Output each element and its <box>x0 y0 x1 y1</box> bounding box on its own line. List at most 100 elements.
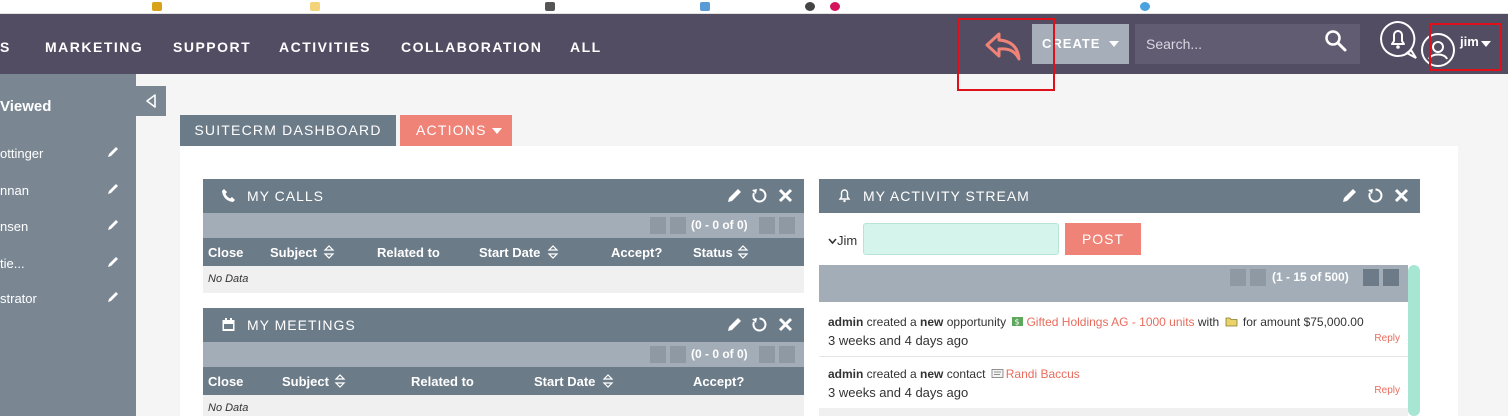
search-input[interactable] <box>1135 24 1320 64</box>
search-icon[interactable] <box>1324 29 1348 53</box>
entry-link[interactable]: Randi Baccus <box>1006 367 1080 381</box>
nav-item-all[interactable]: ALL <box>570 14 602 74</box>
stream-user-selector[interactable]: Jim <box>828 233 857 248</box>
column-header-related-to: Related to <box>377 245 440 260</box>
sidebar-recent-item[interactable]: strator <box>0 289 136 309</box>
contact-card-icon <box>991 369 1004 378</box>
opportunity-icon: $ <box>1012 317 1024 327</box>
sort-icon[interactable] <box>547 245 559 259</box>
calls-no-data: No Data <box>208 273 249 285</box>
notification-bell-icon[interactable] <box>1378 19 1418 61</box>
pager-last-button[interactable] <box>779 217 795 234</box>
close-icon[interactable] <box>777 316 794 333</box>
refresh-icon[interactable] <box>751 187 768 204</box>
pencil-icon[interactable] <box>106 290 120 304</box>
sidebar-item-label: tie... <box>0 256 25 271</box>
pager-last-button[interactable] <box>779 346 795 363</box>
entry-text: new <box>920 315 944 329</box>
pencil-icon[interactable] <box>106 182 120 196</box>
column-header-start-date[interactable]: Start Date <box>534 374 595 389</box>
activity-entry: admin created a new contact Randi Baccus… <box>828 367 1403 400</box>
pager-next-button[interactable] <box>759 217 775 234</box>
pager-prev-button[interactable] <box>670 346 686 363</box>
nav-item-support[interactable]: SUPPORT <box>173 14 251 74</box>
pager-last-button[interactable] <box>1383 269 1399 286</box>
entry-text: created a <box>863 367 921 381</box>
pager-prev-button[interactable] <box>1250 269 1266 286</box>
stream-post-input[interactable] <box>863 223 1059 255</box>
nav-item-collaboration[interactable]: COLLABORATION <box>401 14 542 74</box>
calls-dashlet-header: MY CALLS <box>203 179 804 213</box>
top-navigation-bar: S MARKETING SUPPORT ACTIVITIES COLLABORA… <box>0 14 1508 74</box>
calls-dashlet-title: MY CALLS <box>247 188 324 204</box>
activity-stream-title: MY ACTIVITY STREAM <box>863 188 1030 204</box>
pager-prev-button[interactable] <box>670 217 686 234</box>
meetings-dashlet-title: MY MEETINGS <box>247 317 356 333</box>
refresh-icon[interactable] <box>751 316 768 333</box>
nav-item-activities[interactable]: ACTIVITIES <box>279 14 371 74</box>
sort-icon[interactable] <box>323 245 335 259</box>
bookmark-icon[interactable] <box>1140 2 1150 11</box>
highlight-box <box>1429 23 1502 71</box>
table-row <box>819 408 1408 416</box>
column-header-subject[interactable]: Subject <box>282 374 329 389</box>
column-header-start-date[interactable]: Start Date <box>479 245 540 260</box>
pager-next-button[interactable] <box>1363 269 1379 286</box>
pencil-icon[interactable] <box>106 255 120 269</box>
entry-actor[interactable]: admin <box>828 367 863 381</box>
bookmark-icon[interactable] <box>310 2 320 11</box>
pager-first-button[interactable] <box>650 346 666 363</box>
column-header-status[interactable]: Status <box>693 245 733 260</box>
sort-icon[interactable] <box>737 245 749 259</box>
folder-icon <box>1225 317 1237 327</box>
activity-entry: admin created a new opportunity $ Gifted … <box>828 315 1403 348</box>
close-icon[interactable] <box>777 187 794 204</box>
entry-actor[interactable]: admin <box>828 315 863 329</box>
actions-dropdown-button[interactable]: ACTIONS <box>400 115 512 146</box>
sidebar-recent-item[interactable]: tie... <box>0 254 136 274</box>
entry-link[interactable]: Gifted Holdings AG - 1000 units <box>1026 315 1194 329</box>
stream-pager-bar: (1 - 15 of 500) <box>819 265 1408 302</box>
refresh-icon[interactable] <box>1367 187 1384 204</box>
activity-stream-header: MY ACTIVITY STREAM <box>819 179 1420 213</box>
bookmark-icon[interactable] <box>545 2 555 11</box>
pencil-icon[interactable] <box>106 218 120 232</box>
column-header-subject[interactable]: Subject <box>270 245 317 260</box>
sidebar-recent-item[interactable]: ottinger <box>0 144 136 164</box>
meetings-dashlet-header: MY MEETINGS <box>203 308 804 342</box>
nav-item-sales[interactable]: S <box>0 14 11 74</box>
reply-link[interactable]: Reply <box>1374 385 1400 396</box>
stream-user-name: Jim <box>837 233 858 248</box>
post-button[interactable]: POST <box>1065 223 1141 255</box>
entry-text: contact <box>943 367 989 381</box>
pencil-icon[interactable] <box>106 145 120 159</box>
edit-icon[interactable] <box>726 316 743 333</box>
bookmark-icon[interactable] <box>700 2 710 11</box>
meetings-no-data: No Data <box>208 402 249 414</box>
pager-count: (0 - 0 of 0) <box>691 218 748 232</box>
chevron-down-icon <box>492 128 502 134</box>
reply-link[interactable]: Reply <box>1374 333 1400 344</box>
column-header-accept: Accept? <box>611 245 663 260</box>
highlight-box <box>957 18 1055 91</box>
bookmark-icon[interactable] <box>805 2 815 11</box>
pager-first-button[interactable] <box>1230 269 1246 286</box>
pager-next-button[interactable] <box>759 346 775 363</box>
sort-icon[interactable] <box>334 374 346 388</box>
pager-first-button[interactable] <box>650 217 666 234</box>
nav-item-marketing[interactable]: MARKETING <box>45 14 143 74</box>
meetings-pager-bar: (0 - 0 of 0) <box>203 342 804 367</box>
bookmark-icon[interactable] <box>830 2 840 11</box>
sort-icon[interactable] <box>602 374 614 388</box>
edit-icon[interactable] <box>1341 187 1358 204</box>
stream-scrollbar[interactable] <box>1408 265 1420 416</box>
tab-suitecrm-dashboard[interactable]: SUITECRM DASHBOARD <box>180 115 396 146</box>
sidebar-recent-item[interactable]: nsen <box>0 217 136 237</box>
bookmark-icon[interactable] <box>152 2 162 11</box>
phone-icon <box>222 189 235 202</box>
sidebar-recent-item[interactable]: nnan <box>0 181 136 201</box>
edit-icon[interactable] <box>726 187 743 204</box>
column-header-close: Close <box>208 245 244 260</box>
sidebar-collapse-button[interactable] <box>136 86 166 116</box>
close-icon[interactable] <box>1393 187 1410 204</box>
